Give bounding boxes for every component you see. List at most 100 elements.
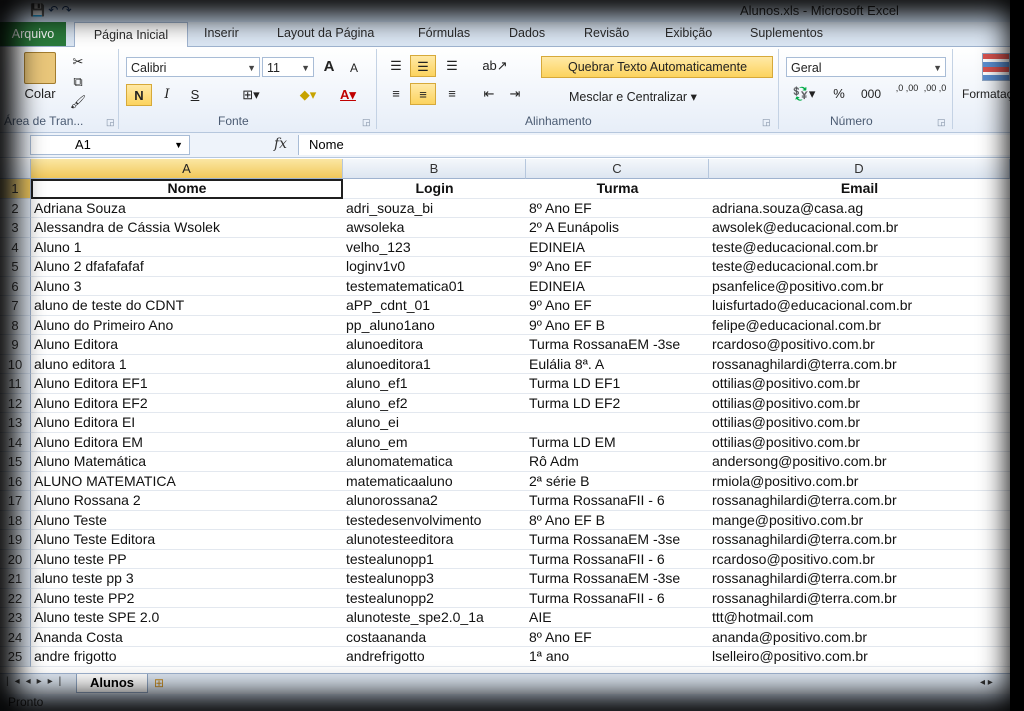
table-cell[interactable]: Aluno Editora EI [31, 413, 343, 433]
table-cell[interactable]: Rô Adm [526, 452, 709, 472]
number-launcher-icon[interactable]: ◲ [937, 117, 946, 128]
name-box[interactable]: A1 ▼ [30, 135, 190, 155]
table-cell[interactable]: Aluno teste SPE 2.0 [31, 608, 343, 628]
table-cell[interactable]: ottilias@positivo.com.br [709, 394, 1010, 413]
table-cell[interactable]: 8º Ano EF [526, 199, 709, 218]
table-cell[interactable]: alunomatematica [343, 452, 526, 472]
table-cell[interactable]: alunorossana2 [343, 491, 526, 511]
table-cell[interactable]: aluno_ei [343, 413, 526, 433]
tab-exibicao[interactable]: Exibição [665, 26, 712, 40]
align-middle-icon[interactable]: ☰ [410, 55, 436, 77]
thousands-button[interactable]: 000 [856, 83, 886, 105]
cut-icon[interactable]: ✂ [68, 51, 88, 73]
table-cell[interactable]: Aluno Editora EF1 [31, 374, 343, 394]
sheet-tab-alunos[interactable]: Alunos [76, 674, 148, 693]
table-cell[interactable]: Turma LD EF2 [526, 394, 709, 413]
row-header[interactable]: 23 [0, 608, 31, 628]
table-cell[interactable]: 8º Ano EF [526, 628, 709, 647]
table-cell[interactable]: pp_aluno1ano [343, 316, 526, 335]
table-cell[interactable]: Aluno Editora [31, 335, 343, 355]
table-cell[interactable]: mange@positivo.com.br [709, 511, 1010, 530]
decrease-decimal-button[interactable]: ,00 ,0 [922, 83, 948, 105]
clipboard-launcher-icon[interactable]: ◲ [106, 117, 115, 128]
copy-icon[interactable]: ⧉ [68, 71, 88, 93]
formula-input[interactable]: Nome [298, 135, 1010, 155]
table-cell[interactable]: aluno de teste do CDNT [31, 296, 343, 316]
table-cell[interactable]: Ananda Costa [31, 628, 343, 647]
table-cell[interactable]: aluno_ef1 [343, 374, 526, 394]
table-cell[interactable]: testealunopp2 [343, 589, 526, 608]
table-cell[interactable]: andersong@positivo.com.br [709, 452, 1010, 472]
table-cell[interactable]: ottilias@positivo.com.br [709, 374, 1010, 394]
row-header[interactable]: 18 [0, 510, 31, 530]
tab-formulas[interactable]: Fórmulas [418, 26, 470, 40]
table-cell[interactable]: psanfelice@positivo.com.br [709, 277, 1010, 296]
table-cell[interactable]: felipe@educacional.com.br [709, 316, 1010, 335]
row-header[interactable]: 15 [0, 452, 31, 472]
select-all-corner[interactable] [0, 159, 31, 179]
tab-suplementos[interactable]: Suplementos [750, 26, 823, 40]
row-header[interactable]: 9 [0, 335, 31, 355]
row-header[interactable]: 4 [0, 237, 31, 257]
table-cell[interactable]: testealunopp3 [343, 569, 526, 589]
align-bottom-icon[interactable]: ☰ [440, 55, 464, 77]
table-cell[interactable]: teste@educacional.com.br [709, 238, 1010, 257]
table-cell[interactable]: Aluno Editora EM [31, 433, 343, 452]
alignment-launcher-icon[interactable]: ◲ [762, 117, 771, 128]
quick-access-toolbar[interactable]: 💾 ↶ ↷ [30, 3, 72, 17]
header-cell[interactable]: Turma [526, 179, 709, 199]
table-cell[interactable]: rossanaghilardi@terra.com.br [709, 530, 1010, 550]
table-cell[interactable]: rossanaghilardi@terra.com.br [709, 569, 1010, 589]
column-header-d[interactable]: D [709, 159, 1010, 179]
tab-arquivo[interactable]: Arquivo [0, 22, 66, 46]
table-cell[interactable]: adri_souza_bi [343, 199, 526, 218]
table-cell[interactable]: Turma RossanaEM -3se [526, 335, 709, 355]
table-cell[interactable]: 2ª série B [526, 472, 709, 491]
table-cell[interactable]: 9º Ano EF B [526, 316, 709, 335]
orientation-icon[interactable]: ab↗ [478, 55, 512, 77]
table-cell[interactable]: awsolek@educacional.com.br [709, 218, 1010, 238]
table-cell[interactable]: 1ª ano [526, 647, 709, 667]
table-cell[interactable]: lselleiro@positivo.com.br [709, 647, 1010, 667]
table-cell[interactable]: rcardoso@positivo.com.br [709, 550, 1010, 569]
row-header[interactable]: 2 [0, 198, 31, 218]
table-cell[interactable]: ananda@positivo.com.br [709, 628, 1010, 647]
row-header[interactable]: 8 [0, 315, 31, 335]
row-header[interactable]: 14 [0, 432, 31, 452]
table-cell[interactable]: alunoteste_spe2.0_1a [343, 608, 526, 628]
paste-button[interactable]: Colar [20, 83, 60, 105]
table-cell[interactable]: Turma LD EF1 [526, 374, 709, 394]
table-cell[interactable]: 9º Ano EF [526, 257, 709, 277]
table-cell[interactable]: Eulália 8ª. A [526, 355, 709, 374]
table-cell[interactable]: alunoeditora [343, 335, 526, 355]
table-cell[interactable]: ttt@hotmail.com [709, 608, 1010, 628]
font-launcher-icon[interactable]: ◲ [362, 117, 371, 128]
table-cell[interactable]: alunotesteeditora [343, 530, 526, 550]
row-header[interactable]: 16 [0, 471, 31, 491]
header-cell[interactable]: Email [709, 179, 1010, 199]
table-cell[interactable]: costaananda [343, 628, 526, 647]
table-cell[interactable]: Aluno 2 dfafafafaf [31, 257, 343, 277]
increase-decimal-button[interactable]: ,0 ,00 [894, 83, 920, 105]
align-right-icon[interactable]: ≡ [440, 83, 464, 105]
table-cell[interactable]: 9º Ano EF [526, 296, 709, 316]
table-cell[interactable]: awsoleka [343, 218, 526, 238]
row-header[interactable]: 6 [0, 276, 31, 296]
table-cell[interactable]: AIE [526, 608, 709, 628]
table-cell[interactable]: alunoeditora1 [343, 355, 526, 374]
table-cell[interactable]: ottilias@positivo.com.br [709, 433, 1010, 452]
table-cell[interactable]: andrefrigotto [343, 647, 526, 667]
conditional-format-icon[interactable] [982, 53, 1010, 81]
table-cell[interactable]: Aluno Matemática [31, 452, 343, 472]
column-header-c[interactable]: C [526, 159, 709, 179]
horizontal-scroll-arrows[interactable]: ◂ ▸ [980, 677, 993, 688]
table-cell[interactable]: EDINEIA [526, 238, 709, 257]
align-left-icon[interactable]: ≡ [384, 83, 408, 105]
row-header[interactable]: 12 [0, 393, 31, 413]
table-cell[interactable]: Aluno Editora EF2 [31, 394, 343, 413]
row-header[interactable]: 22 [0, 588, 31, 608]
table-cell[interactable]: luisfurtado@educacional.com.br [709, 296, 1010, 316]
currency-icon[interactable]: 💱▾ [786, 83, 822, 105]
row-header[interactable]: 10 [0, 354, 31, 374]
table-cell[interactable]: aluno_em [343, 433, 526, 452]
